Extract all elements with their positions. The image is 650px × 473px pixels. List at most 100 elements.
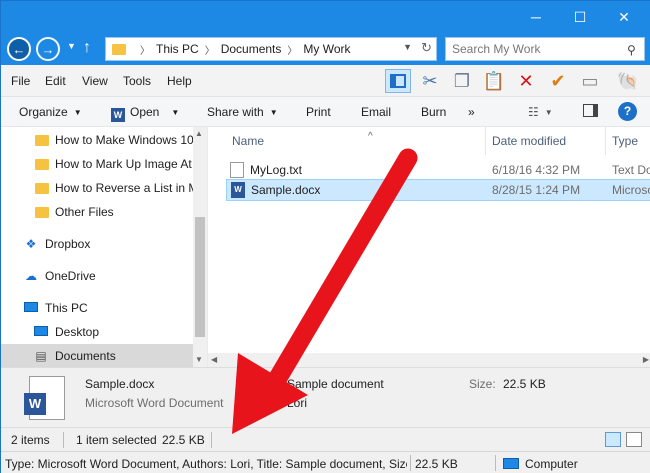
chevron-down-icon: ▼	[269, 108, 278, 118]
details-authors-value[interactable]: Lori	[287, 396, 307, 410]
more-commands-button[interactable]: »	[468, 105, 475, 119]
help-icon[interactable]: ?	[618, 102, 637, 121]
column-header-name[interactable]: Name ^	[226, 127, 486, 155]
status-location-label: Computer	[525, 457, 578, 471]
up-arrow-icon[interactable]: ↑	[83, 39, 91, 57]
nav-item-dropbox[interactable]: ❖ Dropbox	[1, 232, 193, 256]
organize-label: Organize	[19, 105, 68, 119]
nav-item-other-files[interactable]: Other Files	[1, 200, 193, 224]
delete-icon[interactable]: ✕	[513, 69, 539, 93]
scroll-right-icon[interactable]: ▶	[643, 355, 649, 364]
organize-button[interactable]: Organize ▼	[19, 105, 82, 119]
open-button[interactable]: W Open ▼	[111, 105, 179, 122]
chevron-down-icon[interactable]: ▼	[403, 42, 412, 52]
preview-pane-icon[interactable]	[385, 69, 411, 93]
menu-tools[interactable]: Tools	[123, 74, 151, 88]
file-date: 8/28/15 1:24 PM	[492, 183, 581, 197]
rename-icon[interactable]: ▭	[577, 69, 603, 93]
column-name-label: Name	[232, 134, 265, 148]
nav-item-label: Documents	[55, 349, 116, 363]
nav-scroll-thumb[interactable]	[195, 217, 205, 337]
recent-locations-icon[interactable]: ▼	[67, 41, 76, 51]
details-view-icon[interactable]	[605, 432, 621, 447]
breadcrumb-this-pc[interactable]: This PC	[156, 42, 199, 56]
nav-item-onedrive[interactable]: ☁ OneDrive	[1, 264, 193, 288]
file-list-hscrollbar[interactable]: ◀ ▶	[208, 353, 650, 367]
nav-item-label: How to Make Windows 10	[55, 133, 193, 147]
word-document-icon: W	[24, 376, 65, 420]
nav-item-desktop[interactable]: Desktop	[1, 320, 193, 344]
preview-pane-toggle-icon[interactable]	[583, 104, 598, 120]
nav-item-documents[interactable]: ▤ Documents	[1, 344, 193, 367]
chevron-right-icon[interactable]: 〉	[205, 42, 215, 57]
status-divider	[495, 455, 496, 471]
checkmark-icon[interactable]: ✔	[545, 69, 571, 93]
address-bar[interactable]: 〉 This PC 〉 Documents 〉 My Work ▼ ↻	[105, 37, 437, 61]
email-button[interactable]: Email	[361, 105, 391, 119]
nav-item-label: OneDrive	[45, 269, 96, 283]
file-row-mylog[interactable]: MyLog.txt 6/18/16 4:32 PM Text Do	[226, 159, 650, 181]
copy-icon[interactable]: ❐	[449, 69, 475, 93]
status-size: 22.5 KB	[415, 457, 458, 471]
selected-count: 1 item selected	[76, 433, 157, 447]
burn-button[interactable]: Burn	[421, 105, 446, 119]
menu-file[interactable]: File	[11, 74, 30, 88]
status-divider	[410, 455, 411, 471]
details-pane: W Sample.docx Microsoft Word Document Ti…	[1, 367, 650, 427]
close-button[interactable]: ✕	[601, 1, 647, 33]
maximize-button[interactable]: ☐	[557, 1, 603, 33]
minimize-button[interactable]: ─	[513, 1, 559, 33]
forward-button[interactable]: →	[36, 37, 60, 61]
status-divider	[211, 432, 212, 448]
status-divider	[63, 432, 64, 448]
folder-icon	[35, 158, 49, 170]
breadcrumb-documents[interactable]: Documents	[221, 42, 282, 56]
nav-item-folder[interactable]: How to Make Windows 10	[1, 128, 193, 152]
nav-item-this-pc[interactable]: This PC	[1, 296, 193, 320]
back-button[interactable]: ←	[7, 37, 31, 61]
large-icons-view-icon[interactable]	[626, 432, 642, 447]
search-input[interactable]: Search My Work	[445, 37, 645, 61]
folder-icon	[112, 43, 126, 55]
search-icon[interactable]: ⚲	[627, 43, 645, 57]
paste-icon[interactable]: 📋	[481, 69, 507, 93]
details-size-value: 22.5 KB	[503, 377, 546, 391]
share-with-button[interactable]: Share with ▼	[207, 105, 278, 119]
cloud-icon: ☁	[25, 269, 37, 283]
nav-scrollbar[interactable]: ▲ ▼	[193, 127, 207, 367]
details-title-value[interactable]: Sample document	[287, 377, 384, 391]
explorer-window: ─ ☐ ✕ ← → ▼ ↑ 〉 This PC 〉 Documents 〉 My…	[0, 0, 650, 473]
file-type: Microso	[612, 183, 650, 197]
nav-item-folder[interactable]: How to Mark Up Image At	[1, 152, 193, 176]
details-filename: Sample.docx	[85, 377, 155, 391]
scroll-down-icon[interactable]: ▼	[195, 355, 203, 364]
nav-item-label: Other Files	[55, 205, 114, 219]
menu-view[interactable]: View	[82, 74, 108, 88]
scroll-left-icon[interactable]: ◀	[211, 355, 217, 364]
address-row: ← → ▼ ↑ 〉 This PC 〉 Documents 〉 My Work …	[1, 33, 650, 65]
refresh-icon[interactable]: ↻	[421, 40, 432, 56]
scroll-up-icon[interactable]: ▲	[195, 129, 203, 138]
word-file-icon: W	[231, 182, 245, 198]
cut-icon[interactable]: ✂	[417, 69, 443, 93]
status-bar: 2 items 1 item selected 22.5 KB	[1, 427, 650, 451]
file-date: 6/18/16 4:32 PM	[492, 163, 581, 177]
shell-icon[interactable]: 🐚	[615, 69, 641, 93]
breadcrumb-my-work[interactable]: My Work	[303, 42, 350, 56]
status-info: Type: Microsoft Word Document, Authors: …	[5, 457, 407, 471]
command-bar: Organize ▼ W Open ▼ Share with ▼ Print Email…	[1, 97, 650, 127]
print-button[interactable]: Print	[306, 105, 331, 119]
file-row-sample[interactable]: W Sample.docx 8/28/15 1:24 PM Microso	[226, 179, 650, 201]
chevron-down-icon: ▼	[171, 108, 180, 118]
chevron-right-icon[interactable]: 〉	[287, 42, 297, 57]
change-view-icon[interactable]: ☷ ▼	[528, 105, 553, 119]
nav-item-folder[interactable]: How to Reverse a List in M	[1, 176, 193, 200]
file-list: Name ^ Date modified Type MyLog.txt 6/18…	[207, 127, 650, 367]
column-header-type[interactable]: Type	[606, 127, 650, 155]
file-name: MyLog.txt	[250, 163, 303, 177]
menu-help[interactable]: Help	[167, 74, 192, 88]
chevron-right-icon[interactable]: 〉	[140, 42, 150, 57]
menu-edit[interactable]: Edit	[45, 74, 66, 88]
classic-status-bar: Type: Microsoft Word Document, Authors: …	[1, 451, 650, 473]
column-header-date[interactable]: Date modified	[486, 127, 606, 155]
